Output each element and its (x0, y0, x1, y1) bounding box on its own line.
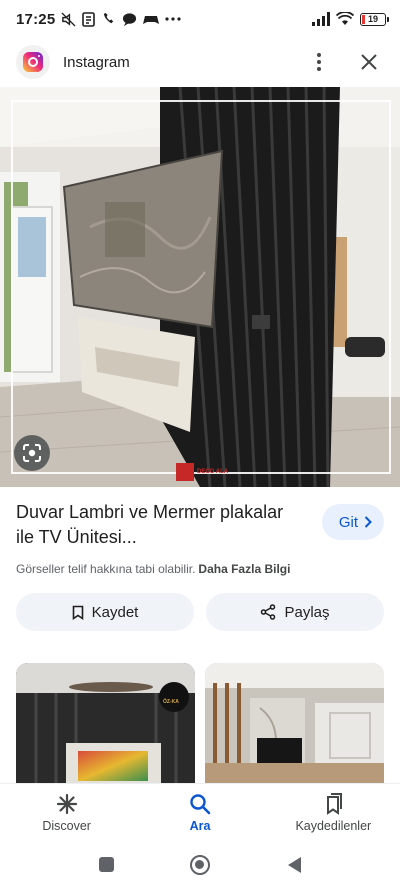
instagram-logo-icon (16, 45, 50, 79)
share-icon (261, 604, 276, 620)
close-icon[interactable] (354, 47, 384, 77)
status-bar: 17:25 19 (0, 0, 400, 38)
watermark: DECO ALA (176, 463, 228, 481)
recents-icon[interactable] (98, 857, 114, 872)
app-header: Instagram (0, 38, 400, 86)
chat-icon (123, 12, 137, 26)
nav-search[interactable]: Ara (133, 784, 266, 841)
copyright-notice: Görseller telif hakkına tabi olabilir. Da… (16, 562, 384, 576)
related-badge: ÖZ-KA (163, 699, 179, 705)
source-app-title: Instagram (63, 53, 130, 71)
call-icon (104, 12, 114, 23)
nav-search-label: Ara (189, 818, 211, 833)
title-row: Duvar Lambri ve Mermer plakalar ile TV Ü… (16, 500, 384, 550)
google-lens-icon[interactable] (14, 435, 50, 471)
watermark-text: DECO ALA (197, 469, 229, 475)
watermark-logo (176, 463, 194, 481)
asterisk-icon (56, 793, 77, 814)
search-icon (190, 793, 211, 814)
visit-button[interactable]: Git (321, 504, 384, 540)
related-images: ÖZ-KA (16, 663, 384, 783)
result-title[interactable]: Duvar Lambri ve Mermer plakalar ile TV Ü… (16, 500, 286, 550)
more-dots-icon (165, 17, 181, 21)
action-row: Kaydet Paylaş (16, 593, 384, 631)
home-icon[interactable] (189, 854, 210, 875)
related-photo (16, 663, 195, 783)
status-time: 17:25 (16, 10, 56, 28)
main-image[interactable]: DECO ALA (0, 87, 400, 487)
wifi-icon (336, 12, 354, 25)
share-button[interactable]: Paylaş (206, 593, 384, 631)
signal-icon (312, 12, 330, 26)
notification-icon (82, 11, 96, 27)
nav-saved-label: Kaydedilenler (295, 818, 372, 833)
more-vert-icon[interactable] (304, 47, 334, 77)
more-info-link[interactable]: Daha Fazla Bilgi (198, 562, 290, 576)
back-icon[interactable] (286, 856, 302, 874)
related-photo (205, 663, 384, 783)
status-left: 17:25 (16, 11, 181, 28)
game-icon (143, 16, 160, 24)
share-button-label: Paylaş (284, 603, 330, 621)
system-nav (0, 841, 400, 888)
nav-saved[interactable]: Kaydedilenler (267, 784, 400, 841)
result-info: Duvar Lambri ve Mermer plakalar ile TV Ü… (16, 500, 384, 576)
bookmark-icon (72, 605, 83, 620)
chevron-right-icon (364, 516, 372, 528)
status-icons-left (61, 11, 181, 27)
nav-discover-label: Discover (42, 818, 91, 833)
copyright-text: Görseller telif hakkına tabi olabilir. (16, 562, 196, 576)
bottom-nav: Discover Ara Kaydedilenler (0, 783, 400, 841)
header-actions (304, 47, 384, 77)
visit-button-label: Git (338, 513, 358, 531)
room-photo (0, 87, 400, 487)
save-button-label: Kaydet (91, 603, 139, 621)
status-right: 19 (312, 12, 389, 26)
battery-icon: 19 (360, 12, 389, 26)
mute-icon (61, 11, 76, 27)
nav-discover[interactable]: Discover (0, 784, 133, 841)
related-image[interactable]: ÖZ-KA (16, 663, 195, 783)
related-image[interactable] (205, 663, 384, 783)
bookmarks-icon (327, 792, 343, 815)
save-button[interactable]: Kaydet (16, 593, 194, 631)
